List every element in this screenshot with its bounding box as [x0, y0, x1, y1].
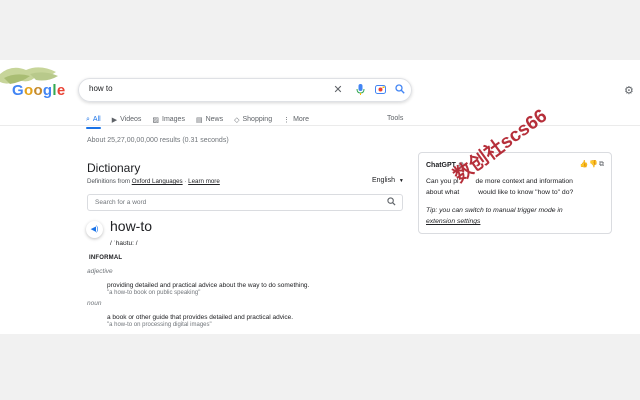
- tab-label: Shopping: [242, 116, 273, 123]
- search-input[interactable]: how to: [89, 84, 113, 93]
- video-icon: ▶: [111, 116, 118, 124]
- headword: how-to: [110, 218, 153, 234]
- tag-icon: ◇: [234, 116, 240, 124]
- camera-lens-icon[interactable]: [374, 84, 386, 96]
- example: "a how-to on processing digital images": [107, 322, 212, 328]
- chatgpt-tip: Tip: you can switch to manual trigger mo…: [426, 205, 606, 227]
- search-icon: ⌕: [86, 115, 90, 123]
- tab-label: Images: [162, 116, 185, 123]
- search-icon[interactable]: [387, 197, 396, 208]
- chatgpt-actions: 👍👎⧉: [580, 160, 605, 169]
- chatgpt-answer-line: about what would like to know "how to" d…: [426, 188, 574, 196]
- search-icon[interactable]: [394, 84, 406, 96]
- part-of-speech: noun: [87, 300, 102, 307]
- dictionary-title: Dictionary: [87, 161, 141, 175]
- extension-settings-link[interactable]: extension settings: [426, 218, 480, 225]
- tab-news[interactable]: ▤ News: [196, 113, 223, 126]
- tab-shopping[interactable]: ◇ Shopping: [234, 113, 272, 126]
- tab-images[interactable]: ▨ Images: [152, 113, 185, 126]
- search-bar[interactable]: how to ✕: [78, 78, 412, 102]
- source-prefix: Definitions from: [87, 178, 130, 185]
- separator: ·: [184, 178, 187, 185]
- chatgpt-answer-line: Can you pl de more context and informati…: [426, 178, 573, 185]
- tab-label: More: [293, 116, 310, 123]
- part-of-speech: adjective: [87, 268, 113, 275]
- phonetic: / ˈhaʊtu: /: [110, 240, 138, 247]
- image-icon: ▨: [152, 116, 159, 124]
- register-label: INFORMAL: [89, 255, 123, 261]
- word-search-input[interactable]: Search for a word: [87, 194, 403, 211]
- language-select[interactable]: English ▼: [372, 177, 404, 184]
- chatgpt-answer: Can you pl de more context and informati…: [426, 177, 606, 198]
- tab-label: Videos: [120, 116, 142, 123]
- copy-icon[interactable]: ⧉: [599, 161, 605, 168]
- word-search-placeholder: Search for a word: [95, 199, 147, 206]
- example: "a how-to book on public speaking": [107, 290, 201, 296]
- language-label: English: [372, 177, 395, 184]
- learn-more-link[interactable]: Learn more: [188, 178, 220, 185]
- pronunciation-speaker-icon[interactable]: ◀): [86, 221, 103, 238]
- thumbs-up-icon[interactable]: 👍: [580, 161, 590, 168]
- google-logo[interactable]: Google: [12, 82, 66, 99]
- more-vertical-icon: ⋮: [283, 116, 291, 124]
- microphone-icon[interactable]: [354, 84, 366, 96]
- clear-icon[interactable]: ✕: [332, 84, 344, 96]
- dictionary-source: Definitions from Oxford Languages · Lear…: [87, 178, 220, 185]
- search-tabs: ⌕ All ▶ Videos ▨ Images ▤ News ◇ Shopping ⋮ Mo…: [86, 113, 320, 129]
- oxford-languages-link[interactable]: Oxford Languages: [132, 178, 183, 185]
- tab-all[interactable]: ⌕ All: [86, 113, 101, 129]
- tab-label: All: [92, 116, 101, 123]
- settings-gear-icon[interactable]: ⚙: [624, 84, 634, 97]
- tab-more[interactable]: ⋮ More: [283, 113, 309, 126]
- thumbs-down-icon[interactable]: 👎: [589, 161, 599, 168]
- tab-label: News: [205, 116, 224, 123]
- tab-videos[interactable]: ▶ Videos: [112, 113, 142, 126]
- tools-button[interactable]: Tools: [387, 115, 403, 122]
- news-icon: ▤: [195, 116, 203, 124]
- tip-text: Tip: you can switch to manual trigger mo…: [426, 207, 563, 214]
- chevron-down-icon: ▼: [398, 178, 404, 184]
- result-stats: About 25,27,00,00,000 results (0.31 seco…: [87, 137, 229, 144]
- definition: a book or other guide that provides deta…: [107, 314, 294, 321]
- definition: providing detailed and practical advice …: [107, 282, 310, 289]
